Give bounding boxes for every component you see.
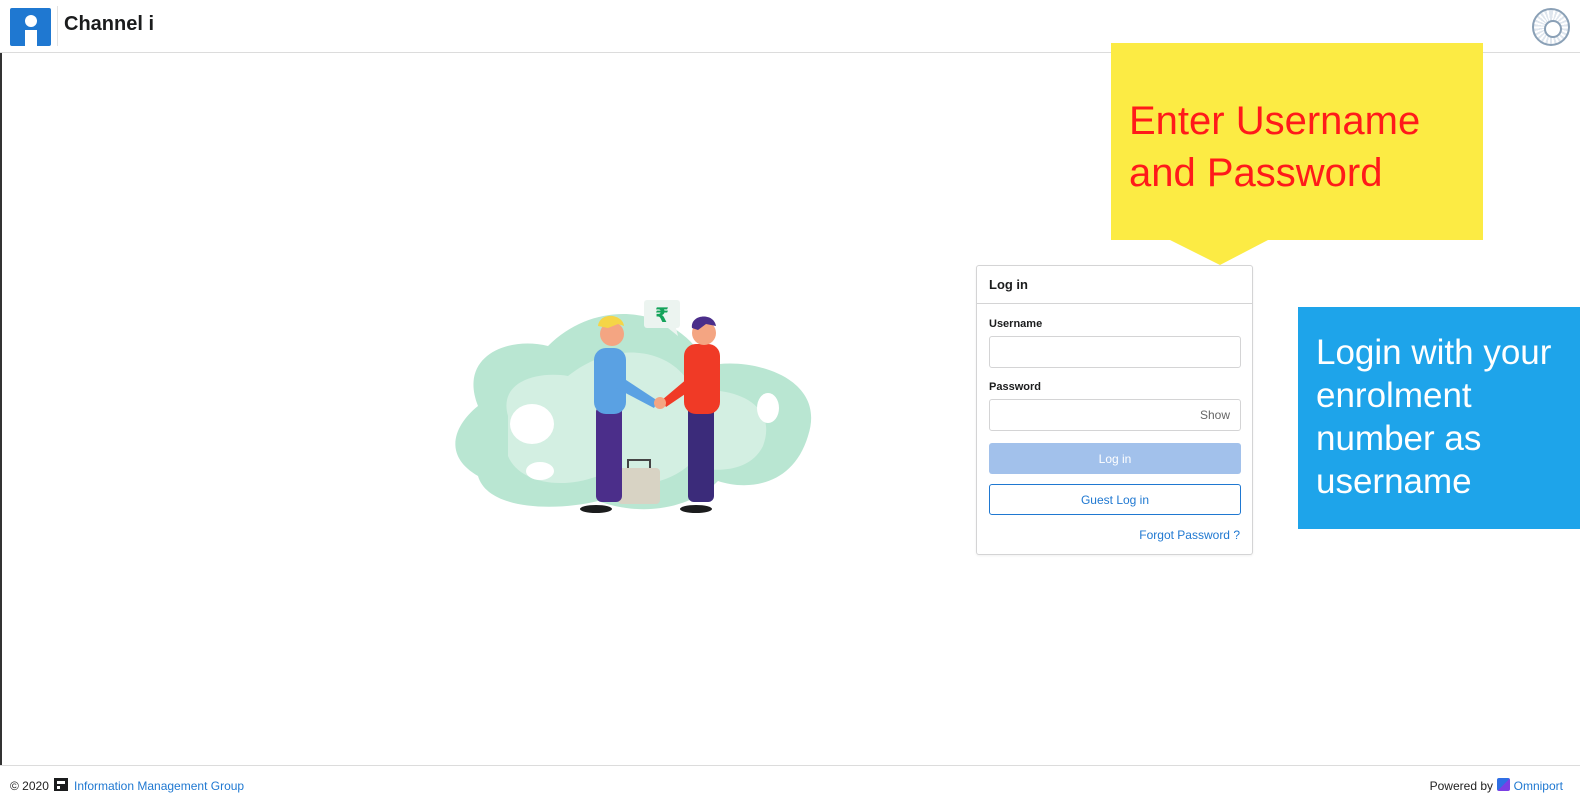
forgot-password-link[interactable]: Forgot Password ? xyxy=(1139,528,1240,542)
callout-blue-line: username xyxy=(1316,462,1472,501)
callout-blue-line: enrolment xyxy=(1316,376,1472,415)
callout-blue-line: number as xyxy=(1316,419,1482,458)
username-label: Username xyxy=(989,318,1043,330)
institute-seal-icon xyxy=(1532,8,1570,46)
omniport-link[interactable]: Omniport xyxy=(1514,779,1563,793)
footer: © 2020 Information Management Group Powe… xyxy=(0,765,1580,804)
enrolment-hint-callout: Login with your enrolment number as user… xyxy=(1298,307,1580,529)
channel-i-logo-icon[interactable] xyxy=(10,8,51,46)
login-button[interactable]: Log in xyxy=(989,443,1241,474)
login-title: Log in xyxy=(989,277,1028,292)
username-password-callout: Enter Username and Password xyxy=(1111,43,1483,240)
app-title[interactable]: Channel i xyxy=(64,13,154,36)
show-password-toggle[interactable]: Show xyxy=(1200,408,1230,422)
login-card-header: Log in xyxy=(977,266,1252,304)
callout-pointer xyxy=(1170,240,1268,265)
callout-blue-line: Login with your xyxy=(1316,333,1552,372)
callout-yellow-line: and Password xyxy=(1129,151,1383,195)
img-logo-icon xyxy=(54,778,68,791)
guest-login-button[interactable]: Guest Log in xyxy=(989,484,1241,515)
callout-yellow-line: Enter Username xyxy=(1129,99,1421,143)
username-input[interactable] xyxy=(989,336,1241,368)
password-label: Password xyxy=(989,381,1041,393)
powered-by-text: Powered by xyxy=(1429,779,1493,793)
callout-blue-text: Login with your enrolment number as user… xyxy=(1316,331,1580,503)
header-divider xyxy=(57,6,58,46)
login-card: Log in Username Password Show Log in Gue… xyxy=(976,265,1253,555)
omniport-logo-icon xyxy=(1497,778,1510,791)
callout-yellow-text: Enter Username and Password xyxy=(1129,95,1420,199)
handshake-illustration: ₹ xyxy=(455,300,812,513)
rupee-icon: ₹ xyxy=(655,303,669,327)
information-management-group-link[interactable]: Information Management Group xyxy=(74,779,244,793)
copyright-text: © 2020 xyxy=(10,779,49,793)
